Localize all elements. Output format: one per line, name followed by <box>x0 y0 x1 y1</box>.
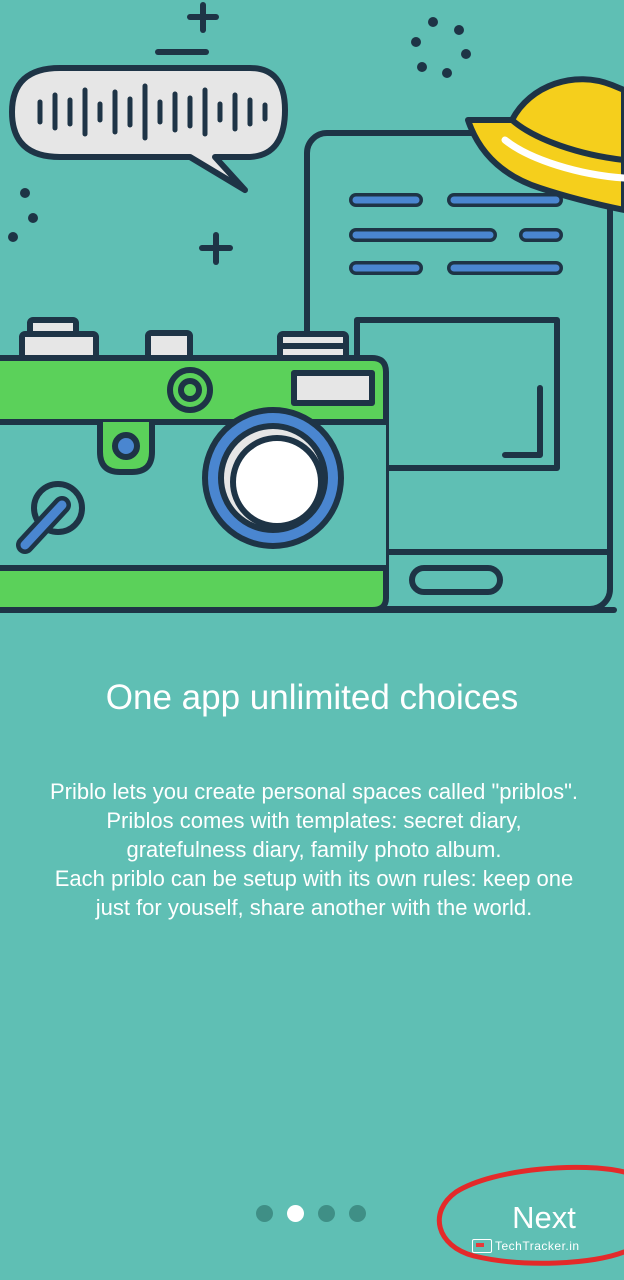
watermark-logo-icon <box>472 1239 492 1253</box>
speech-bubble-icon <box>9 65 288 193</box>
plus-sparkle-icon <box>187 2 219 33</box>
onboarding-illustration <box>0 2 624 613</box>
description-line: Priblo lets you create personal spaces c… <box>50 779 578 804</box>
page-indicator <box>256 1205 376 1223</box>
watermark-text: TechTracker.in <box>495 1239 580 1253</box>
description-line: gratefulness diary, family photo album. <box>126 837 502 862</box>
onboarding-title: One app unlimited choices <box>105 678 519 717</box>
page-dot-active <box>287 1205 304 1222</box>
description-line: Priblos comes with templates: secret dia… <box>106 808 522 833</box>
page-dot <box>318 1205 335 1222</box>
description-line: just for youself, share another with the… <box>95 895 533 920</box>
page-dot <box>349 1205 366 1222</box>
watermark: TechTracker.in <box>472 1238 580 1254</box>
onboarding-description: Priblo lets you create personal spaces c… <box>18 777 610 922</box>
plus-sparkle-icon <box>199 232 233 265</box>
page-dot <box>256 1205 273 1222</box>
description-line: Each priblo can be setup with its own ru… <box>54 866 574 891</box>
